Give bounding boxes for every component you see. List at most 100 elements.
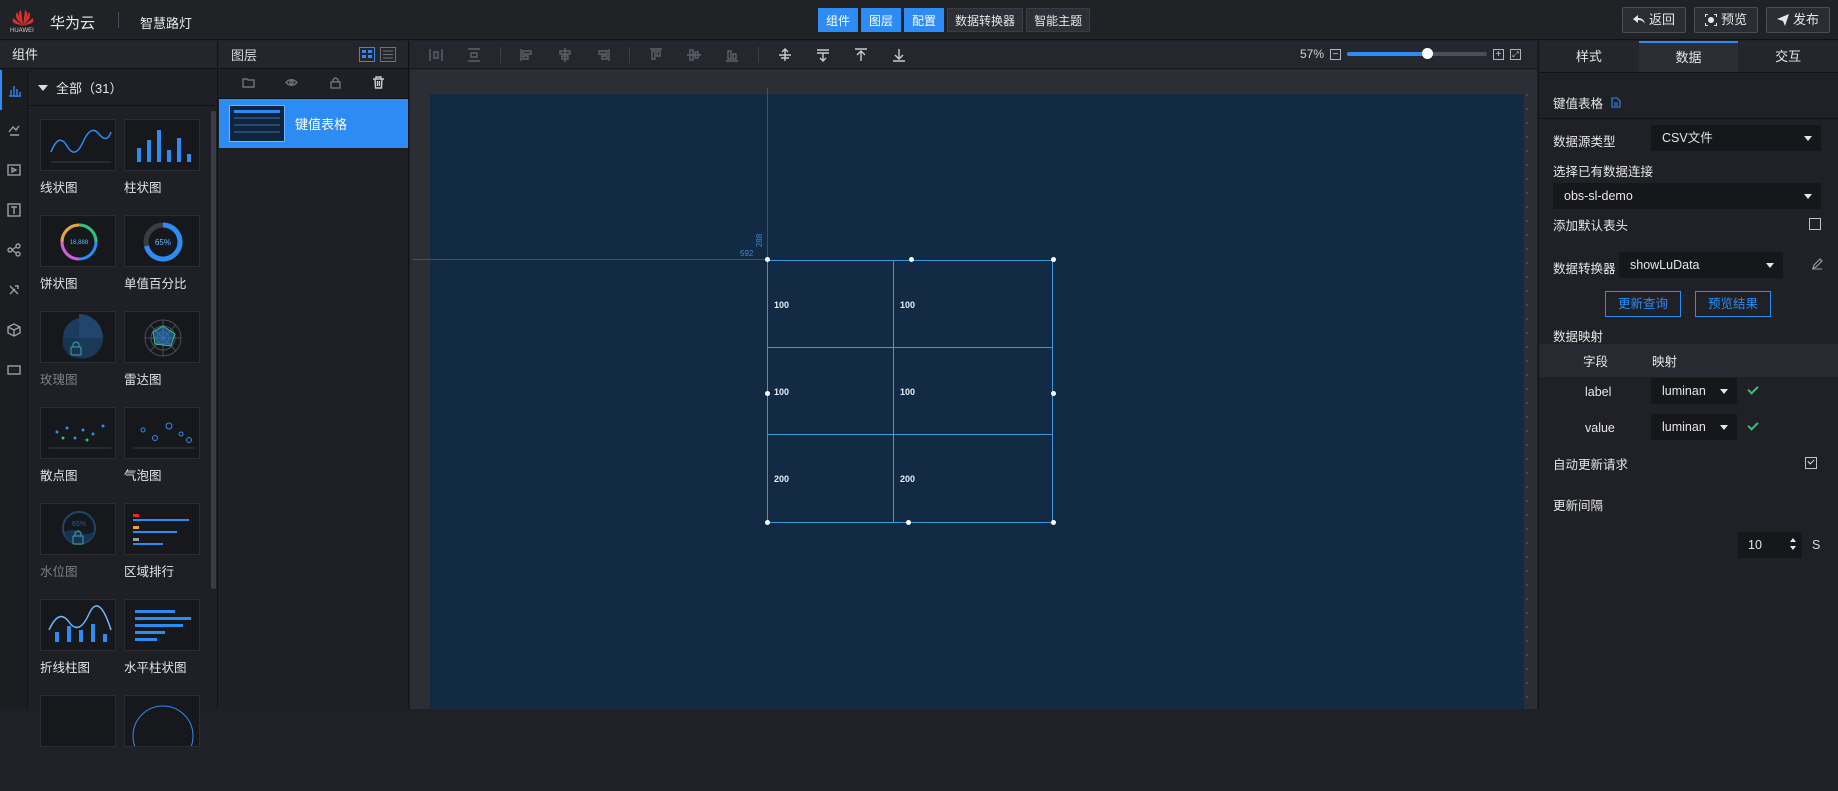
chevron-down-icon <box>1720 389 1728 394</box>
zoom-slider[interactable] <box>1347 48 1487 59</box>
mapping-select-label[interactable]: luminan <box>1651 378 1737 404</box>
zoom-out-button[interactable]: − <box>1330 48 1341 60</box>
converter-select[interactable]: showLuData <box>1619 252 1783 278</box>
component-bar-chart[interactable]: 柱状图 <box>124 119 201 215</box>
increment-icon[interactable] <box>1790 538 1796 542</box>
component-water-level[interactable]: 65% 水位图 <box>40 503 117 599</box>
align-top-button[interactable] <box>644 43 668 67</box>
component-bubble-chart[interactable]: 气泡图 <box>124 407 201 503</box>
component-label: 气泡图 <box>124 469 162 483</box>
document-icon[interactable] <box>1611 97 1621 108</box>
bring-to-front-icon <box>855 47 867 61</box>
bring-to-front-button[interactable] <box>849 43 873 67</box>
send-to-back-button[interactable] <box>887 43 911 67</box>
radar-chart-thumbnail <box>124 311 200 363</box>
delete-layer-button[interactable] <box>372 75 385 92</box>
resize-handle-top-right[interactable] <box>1051 257 1056 262</box>
component-rose-chart[interactable]: 玫瑰图 <box>40 311 117 407</box>
tab-smart-theme[interactable]: 智能主题 <box>1026 8 1091 32</box>
eye-icon <box>285 78 299 86</box>
publish-button[interactable]: 发布 <box>1765 7 1830 33</box>
interval-row: 更新间隔 <box>1553 495 1824 514</box>
preview-button[interactable]: 预览 <box>1693 7 1758 33</box>
auto-update-checkbox[interactable] <box>1805 457 1817 469</box>
component-name: 键值表格 <box>1553 97 1604 111</box>
align-right-button[interactable] <box>591 43 615 67</box>
resize-handle-bottom-right[interactable] <box>1051 520 1056 525</box>
back-icon <box>1632 15 1645 24</box>
category-all-toggle[interactable]: 全部（31） <box>28 70 218 106</box>
mapping-select-value[interactable]: luminan <box>1651 414 1737 440</box>
resize-handle-right[interactable] <box>1051 391 1056 396</box>
tab-layers[interactable]: 图层 <box>861 8 902 32</box>
brand-name[interactable]: 华为云 <box>50 12 95 33</box>
resize-handle-bottom-left[interactable] <box>765 520 770 525</box>
component-line-chart[interactable]: 线状图 <box>40 119 117 215</box>
resize-handle-left[interactable] <box>765 391 770 396</box>
category-relation[interactable] <box>0 230 28 270</box>
component-partial-1[interactable] <box>40 695 117 791</box>
component-horizontal-bar[interactable]: 水平柱状图 <box>124 599 201 695</box>
tab-config[interactable]: 配置 <box>904 8 945 32</box>
tab-style[interactable]: 样式 <box>1539 41 1639 72</box>
category-media[interactable] <box>0 150 28 190</box>
update-query-button[interactable]: 更新查询 <box>1605 291 1681 317</box>
component-percentage[interactable]: 65% 单值百分比 <box>124 215 201 311</box>
component-scatter-chart[interactable]: 散点图 <box>40 407 117 503</box>
align-middle-button[interactable] <box>682 43 706 67</box>
tab-interaction[interactable]: 交互 <box>1738 41 1838 72</box>
move-down-button[interactable] <box>811 43 835 67</box>
category-chart[interactable] <box>0 70 28 110</box>
component-region-rank[interactable]: 区域排行 <box>124 503 201 599</box>
components-scrollbar[interactable] <box>211 111 216 589</box>
category-text[interactable] <box>0 190 28 230</box>
component-radar-chart[interactable]: 雷达图 <box>124 311 201 407</box>
mapping-value-value: luminan <box>1662 420 1706 434</box>
resize-handle-bottom[interactable] <box>906 520 911 525</box>
thumbnail-view-button[interactable] <box>359 47 375 62</box>
component-partial-2[interactable] <box>124 695 201 791</box>
category-interaction[interactable] <box>0 270 28 310</box>
zoom-in-button[interactable]: + <box>1493 48 1504 60</box>
resize-handle-top[interactable] <box>909 257 914 262</box>
datasource-type-select[interactable]: CSV文件 <box>1651 125 1821 151</box>
lock-layer-button[interactable] <box>329 76 342 92</box>
align-bottom-button[interactable] <box>720 43 744 67</box>
fit-screen-button[interactable]: ⤢ <box>1510 48 1521 60</box>
component-line-bar-chart[interactable]: 折线柱图 <box>40 599 117 695</box>
move-up-button[interactable] <box>773 43 797 67</box>
tab-data[interactable]: 数据 <box>1638 41 1739 72</box>
align-center-h-button[interactable] <box>553 43 577 67</box>
category-3d[interactable] <box>0 310 28 350</box>
zoom-slider-knob[interactable] <box>1421 48 1433 59</box>
list-view-button[interactable] <box>380 47 396 62</box>
category-map[interactable] <box>0 110 28 150</box>
align-center-h-icon <box>559 47 571 62</box>
trash-icon <box>372 75 384 89</box>
top-bar: HUAWEI 华为云 智慧路灯 组件 图层 配置 数据转换器 智能主题 返回 预… <box>0 0 1838 40</box>
layer-item-kv-table[interactable]: 键值表格 <box>219 99 408 148</box>
group-layer-button[interactable] <box>242 76 255 92</box>
edit-icon[interactable] <box>1811 258 1823 270</box>
tab-components[interactable]: 组件 <box>818 8 859 32</box>
percentage-thumbnail: 65% <box>124 215 200 267</box>
zoom-slider-fill <box>1347 52 1427 56</box>
decrement-icon[interactable] <box>1790 546 1796 550</box>
back-button[interactable]: 返回 <box>1621 7 1686 33</box>
guide-y-value: 288 <box>755 233 765 248</box>
preview-label: 预览 <box>1720 12 1747 27</box>
category-more[interactable] <box>0 350 28 390</box>
align-left-button[interactable] <box>515 43 539 67</box>
interval-input[interactable]: 10 <box>1738 532 1802 558</box>
preview-result-button[interactable]: 预览结果 <box>1695 291 1771 317</box>
default-header-checkbox[interactable] <box>1809 218 1821 230</box>
tab-data-converter[interactable]: 数据转换器 <box>947 8 1024 32</box>
distribute-vertical-button[interactable] <box>462 43 486 67</box>
kv-table-widget[interactable]: 100 100 100 100 200 200 <box>767 260 1053 523</box>
component-pie-chart[interactable]: 16,888 饼状图 <box>40 215 117 311</box>
distribute-horizontal-button[interactable] <box>424 43 448 67</box>
resize-handle-top-left[interactable] <box>765 257 770 262</box>
hide-layer-button[interactable] <box>285 76 299 92</box>
more-icon <box>7 365 21 375</box>
connection-select[interactable]: obs-sl-demo <box>1553 183 1821 209</box>
